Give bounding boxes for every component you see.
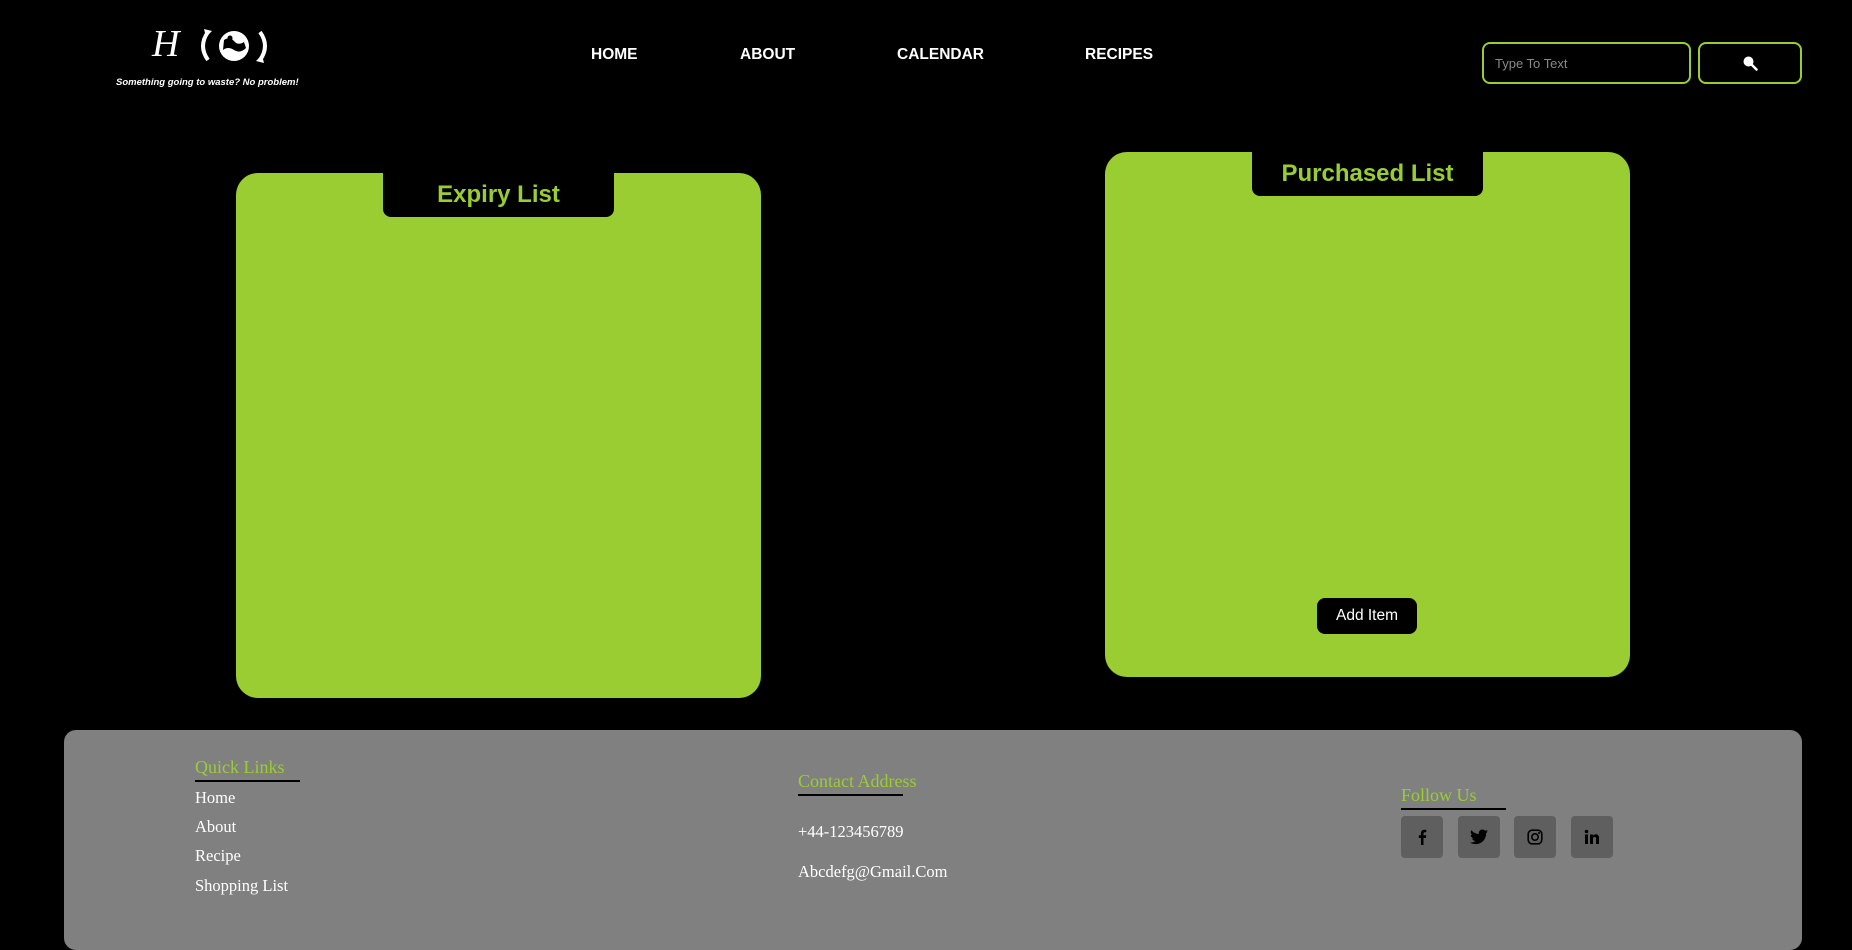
expiry-list-title: Expiry List <box>383 173 614 217</box>
linkedin-icon <box>1584 829 1599 844</box>
quick-links-underline <box>195 780 300 782</box>
footer-link-home[interactable]: Home <box>195 789 235 807</box>
site-logo[interactable]: H Something going to waste? No problem! <box>110 22 299 94</box>
footer-link-recipe[interactable]: Recipe <box>195 847 241 865</box>
twitter-icon <box>1470 829 1488 845</box>
nav-home[interactable]: HOME <box>591 46 638 64</box>
follow-us-underline <box>1401 808 1506 810</box>
search-button[interactable] <box>1698 42 1802 84</box>
contact-heading: Contact Address <box>798 771 917 791</box>
contact-phone: +44-123456789 <box>798 822 904 841</box>
follow-us-heading: Follow Us <box>1401 785 1477 805</box>
contact-underline <box>798 794 903 796</box>
nav-recipes[interactable]: RECIPES <box>1085 46 1153 64</box>
logo-letter: H <box>152 23 180 65</box>
instagram-button[interactable] <box>1514 816 1556 858</box>
footer-link-shopping-list[interactable]: Shopping List <box>195 877 288 895</box>
linkedin-button[interactable] <box>1571 816 1613 858</box>
instagram-icon <box>1527 829 1543 845</box>
purchased-list-title: Purchased List <box>1252 152 1483 196</box>
nav-calendar[interactable]: CALENDAR <box>897 46 984 64</box>
add-item-button[interactable]: Add Item <box>1317 598 1417 634</box>
contact-email: Abcdefg@Gmail.Com <box>798 862 948 881</box>
nav-about[interactable]: ABOUT <box>740 46 795 64</box>
expiry-list-panel <box>236 173 761 698</box>
facebook-icon <box>1418 829 1427 845</box>
quick-links-heading: Quick Links <box>195 757 285 777</box>
search-icon <box>1743 56 1758 71</box>
recycle-globe-icon <box>201 29 267 63</box>
search-input[interactable] <box>1482 42 1691 84</box>
footer-link-about[interactable]: About <box>195 818 236 836</box>
logo-tagline: Something going to waste? No problem! <box>116 77 299 88</box>
facebook-button[interactable] <box>1401 816 1443 858</box>
twitter-button[interactable] <box>1458 816 1500 858</box>
